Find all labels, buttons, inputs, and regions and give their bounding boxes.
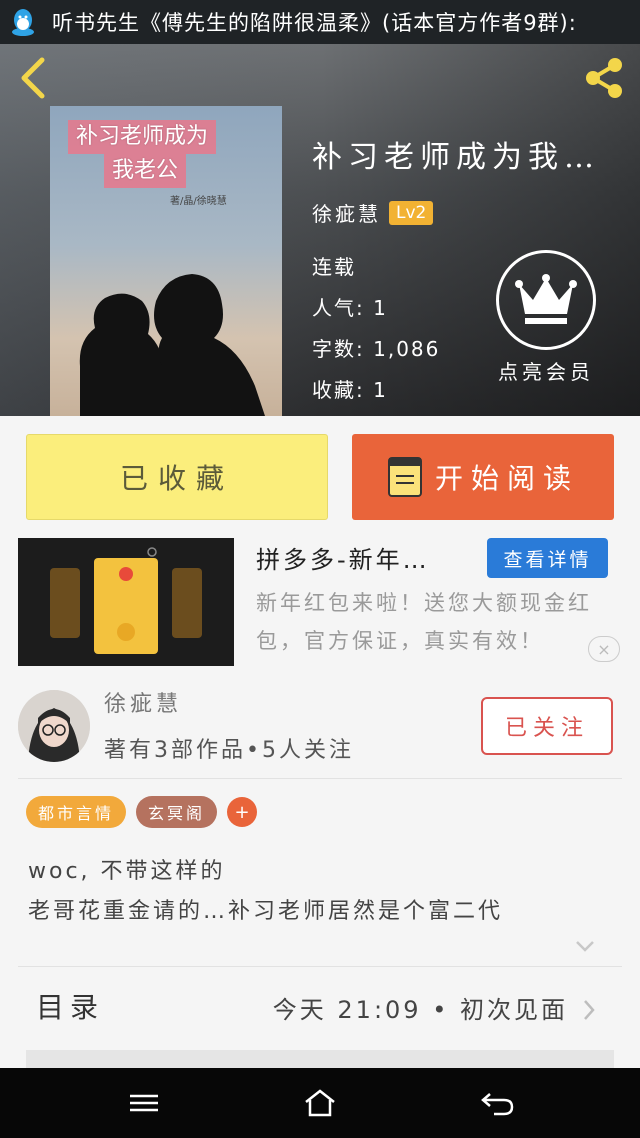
cover-title: 补习老师成为 我老公 [68,120,268,188]
vip-button[interactable]: 点亮会员 [494,250,598,385]
add-tag-button[interactable]: + [227,797,258,827]
book-icon [387,457,422,497]
home-icon[interactable] [302,1088,338,1118]
next-section-preview [26,1050,614,1068]
ad-description: 新年红包来啦！送您大额现金红包，官方保证，真实有效！ [256,591,592,653]
collect-button[interactable]: 已收藏 [26,434,328,520]
divider [18,778,622,779]
description-line-2: 老哥花重金请的…补习老师居然是个富二代 [28,899,504,924]
ad-red-envelope-image [18,538,234,666]
author-card-stats: 著有3部作品•5人关注 [104,738,354,763]
cover-title-line1: 补习老师成为 [68,120,217,154]
back-arrow-icon[interactable] [16,56,52,100]
description-line-1: woc, 不带这样的 [28,859,226,884]
tag-list: 都市言情 玄冥阁 + [26,796,258,828]
vip-circle [496,250,596,350]
system-navigation-bar [0,1068,640,1138]
crown-icon [515,274,577,324]
chevron-right-icon [584,1000,595,1020]
start-reading-button[interactable]: 开始阅读 [352,434,614,520]
back-icon[interactable] [480,1088,516,1118]
cover-title-line2: 我老公 [104,154,187,188]
wordcount-value: 1,086 [373,337,441,361]
ad-close-icon[interactable]: × [588,636,620,662]
collect-label: 已收藏 [119,462,234,495]
ad-title[interactable]: 拼多多-新年… [256,540,470,575]
book-title: 补习老师成为我… [312,140,600,175]
toc-label: 目录 [36,991,105,1024]
chevron-down-icon[interactable] [574,938,596,954]
author-card: 徐疵慧 著有3部作品•5人关注 已关注 [0,680,640,776]
tag-urban-romance[interactable]: 都市言情 [26,796,127,828]
wordcount-label: 字数: [312,337,365,361]
ad-image[interactable] [18,538,234,666]
popularity-label: 人气: [312,296,365,320]
author-row: 徐疵慧 Lv2 [312,198,632,227]
avatar[interactable] [18,690,90,762]
favorites-value: 1 [373,378,388,402]
cover-author: 著/晶/徐晓慧 [170,196,227,207]
start-reading-label: 开始阅读 [434,462,579,495]
level-badge: Lv2 [389,200,434,225]
vip-label: 点亮会员 [498,360,594,384]
qq-penguin-icon [12,9,34,36]
status-bar: 听书先生《傅先生的陷阱很温柔》(话本官方作者9群): [0,0,640,44]
author-name[interactable]: 徐疵慧 [312,198,381,227]
tag-xuanming-ge[interactable]: 玄冥阁 [136,796,218,828]
share-icon[interactable] [580,54,628,102]
ad-close-label: × [597,639,611,659]
author-card-name[interactable]: 徐疵慧 [104,686,182,718]
favorites-label: 收藏: [312,378,365,402]
avatar-image [18,690,90,762]
view-details-button[interactable]: 查看详情 [487,538,608,578]
view-details-label: 查看详情 [503,548,592,571]
popularity-value: 1 [373,296,388,320]
menu-icon[interactable] [126,1088,162,1118]
couple-silhouette-image [79,274,265,416]
follow-button[interactable]: 已关注 [481,697,613,755]
table-of-contents-row[interactable]: 目录 今天 21:09 • 初次见面 [0,968,640,1046]
follow-label: 已关注 [504,716,589,741]
book-hero: 补习老师成为 我老公 著/晶/徐晓慧 补习老师成为我… 徐疵慧 Lv2 连载 人… [0,44,640,416]
notification-ticker: 听书先生《傅先生的陷阱很温柔》(话本官方作者9群): [52,11,577,35]
book-description[interactable]: woc, 不带这样的 老哥花重金请的…补习老师居然是个富二代 [28,852,618,932]
divider [18,966,622,967]
book-cover[interactable]: 补习老师成为 我老公 著/晶/徐晓慧 [50,106,282,416]
latest-chapter: 今天 21:09 • 初次见面 [272,996,568,1024]
